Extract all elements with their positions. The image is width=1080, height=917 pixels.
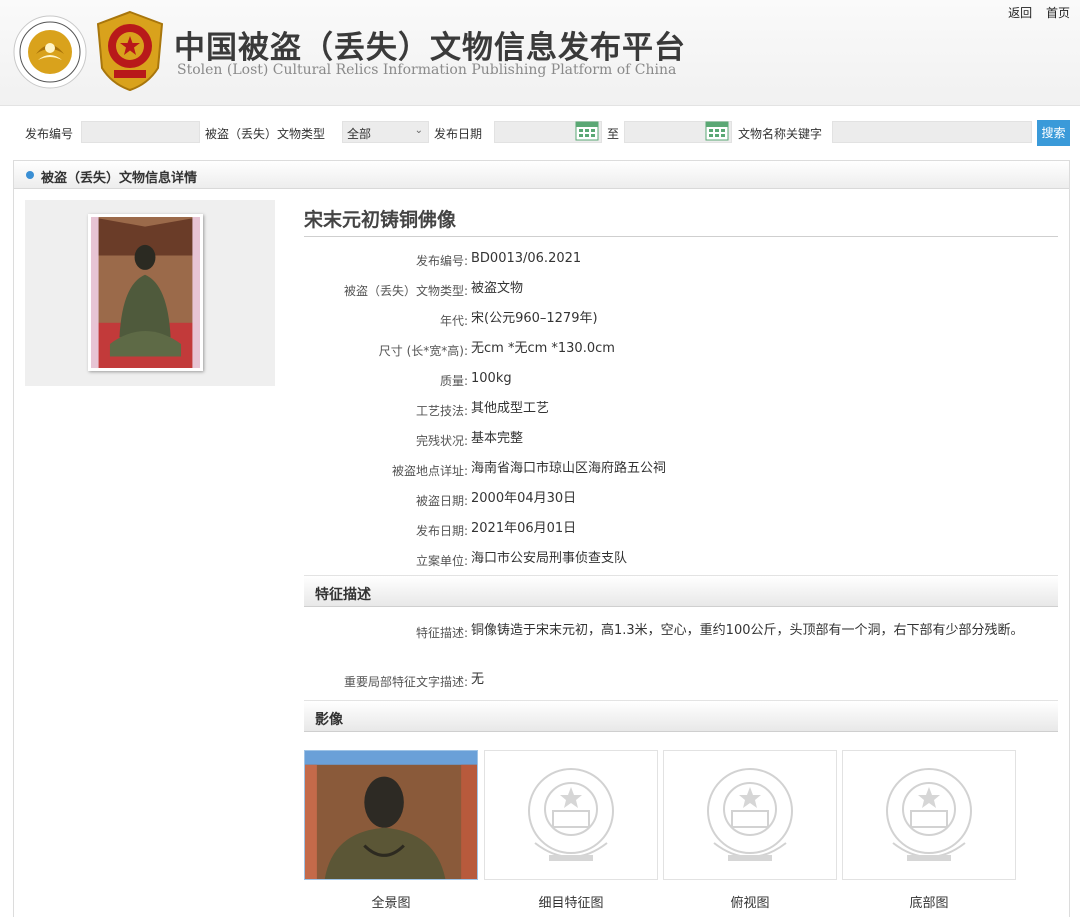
panel-header: 被盗（丢失）文物信息详情 <box>14 161 1069 189</box>
field-label: 尺寸 (长*宽*高): <box>378 344 468 358</box>
cultural-heritage-logo <box>13 15 87 89</box>
image-caption: 底部图 <box>909 896 949 911</box>
back-link[interactable]: 返回 <box>1008 6 1032 20</box>
field-value: BD0013/06.2021 <box>471 251 582 266</box>
field-value: 海南省海口市琼山区海府路五公祠 <box>471 461 667 476</box>
police-emblem-logo <box>96 10 164 92</box>
bottom-view-placeholder[interactable] <box>842 750 1016 880</box>
release-id-label: 发布编号 <box>25 127 74 141</box>
field-value: 宋(公元960–1279年) <box>471 311 598 326</box>
bullet-dot-icon <box>26 171 34 179</box>
detail-panel: 被盗（丢失）文物信息详情 宋末元初铸铜佛像 发布编号: BD0013/06.20… <box>13 160 1070 917</box>
national-emblem-icon <box>707 768 793 861</box>
field-label: 完残状况: <box>415 434 468 448</box>
relic-name: 宋末元初铸铜佛像 <box>304 209 457 231</box>
field-label: 被盗（丢失）文物类型: <box>343 284 468 298</box>
national-emblem-icon <box>886 768 972 861</box>
relic-type-value: 全部 <box>347 127 372 141</box>
detail-photo-placeholder[interactable] <box>484 750 658 880</box>
field-value: 2000年04月30日 <box>471 491 577 506</box>
search-bar: 发布编号 被盗（丢失）文物类型 全部 ⌄ 发布日期 至 文物名称关键字 搜索 <box>0 118 1080 148</box>
feature-desc-value: 铜像铸造于宋末元初，高1.3米，空心，重约100公斤，头顶部有一个洞，右下部有少… <box>471 623 1024 638</box>
title-divider <box>304 236 1058 237</box>
field-label: 被盗地点详址: <box>391 464 468 478</box>
field-value: 被盗文物 <box>471 281 524 296</box>
field-label: 被盗日期: <box>415 494 468 508</box>
chevron-down-icon: ⌄ <box>414 125 423 136</box>
field-value: 2021年06月01日 <box>471 521 577 536</box>
field-label: 发布编号: <box>415 254 468 268</box>
image-caption: 俯视图 <box>730 896 770 911</box>
release-id-input[interactable] <box>81 121 200 143</box>
field-label: 立案单位: <box>415 554 468 568</box>
feature-desc-label: 特征描述: <box>415 626 468 640</box>
field-value: 基本完整 <box>471 431 524 446</box>
image-caption: 细目特征图 <box>538 896 604 911</box>
images-section-header: 影像 <box>304 700 1058 732</box>
relic-type-label: 被盗（丢失）文物类型 <box>205 127 326 141</box>
images-section-title: 影像 <box>315 712 343 728</box>
calendar-icon[interactable] <box>705 121 729 141</box>
panel-title: 被盗（丢失）文物信息详情 <box>41 171 198 186</box>
home-link[interactable]: 首页 <box>1046 6 1070 20</box>
buddha-statue-thumbnail[interactable] <box>88 214 203 371</box>
field-value: 100kg <box>471 371 512 386</box>
site-subtitle: Stolen (Lost) Cultural Relics Informatio… <box>177 62 677 78</box>
field-label: 发布日期: <box>415 524 468 538</box>
release-date-label: 发布日期 <box>434 127 483 141</box>
field-label: 质量: <box>439 374 468 388</box>
site-header: 中国被盗（丢失）文物信息发布平台 Stolen (Lost) Cultural … <box>0 0 1080 106</box>
top-links: 返回 首页 <box>998 4 1070 21</box>
field-label: 工艺技法: <box>415 404 468 418</box>
relic-thumbnail-box <box>25 200 275 386</box>
panoramic-photo[interactable] <box>304 750 478 880</box>
image-caption: 全景图 <box>371 896 411 911</box>
local-feature-label: 重要局部特征文字描述: <box>343 675 468 689</box>
top-view-placeholder[interactable] <box>663 750 837 880</box>
keyword-input[interactable] <box>832 121 1032 143</box>
features-section-title: 特征描述 <box>315 587 371 603</box>
calendar-icon[interactable] <box>575 121 599 141</box>
site-title: 中国被盗（丢失）文物信息发布平台 <box>174 30 686 66</box>
date-to-label: 至 <box>607 127 620 141</box>
search-button[interactable]: 搜索 <box>1037 120 1070 146</box>
field-label: 年代: <box>439 314 468 328</box>
field-value: 海口市公安局刑事侦查支队 <box>471 551 628 566</box>
relic-type-select[interactable]: 全部 ⌄ <box>342 121 429 143</box>
features-section-header: 特征描述 <box>304 575 1058 607</box>
local-feature-value: 无 <box>471 672 485 687</box>
national-emblem-icon <box>528 768 614 861</box>
field-value: 无cm *无cm *130.0cm <box>471 341 615 356</box>
field-value: 其他成型工艺 <box>471 401 550 416</box>
keyword-label: 文物名称关键字 <box>738 127 823 141</box>
